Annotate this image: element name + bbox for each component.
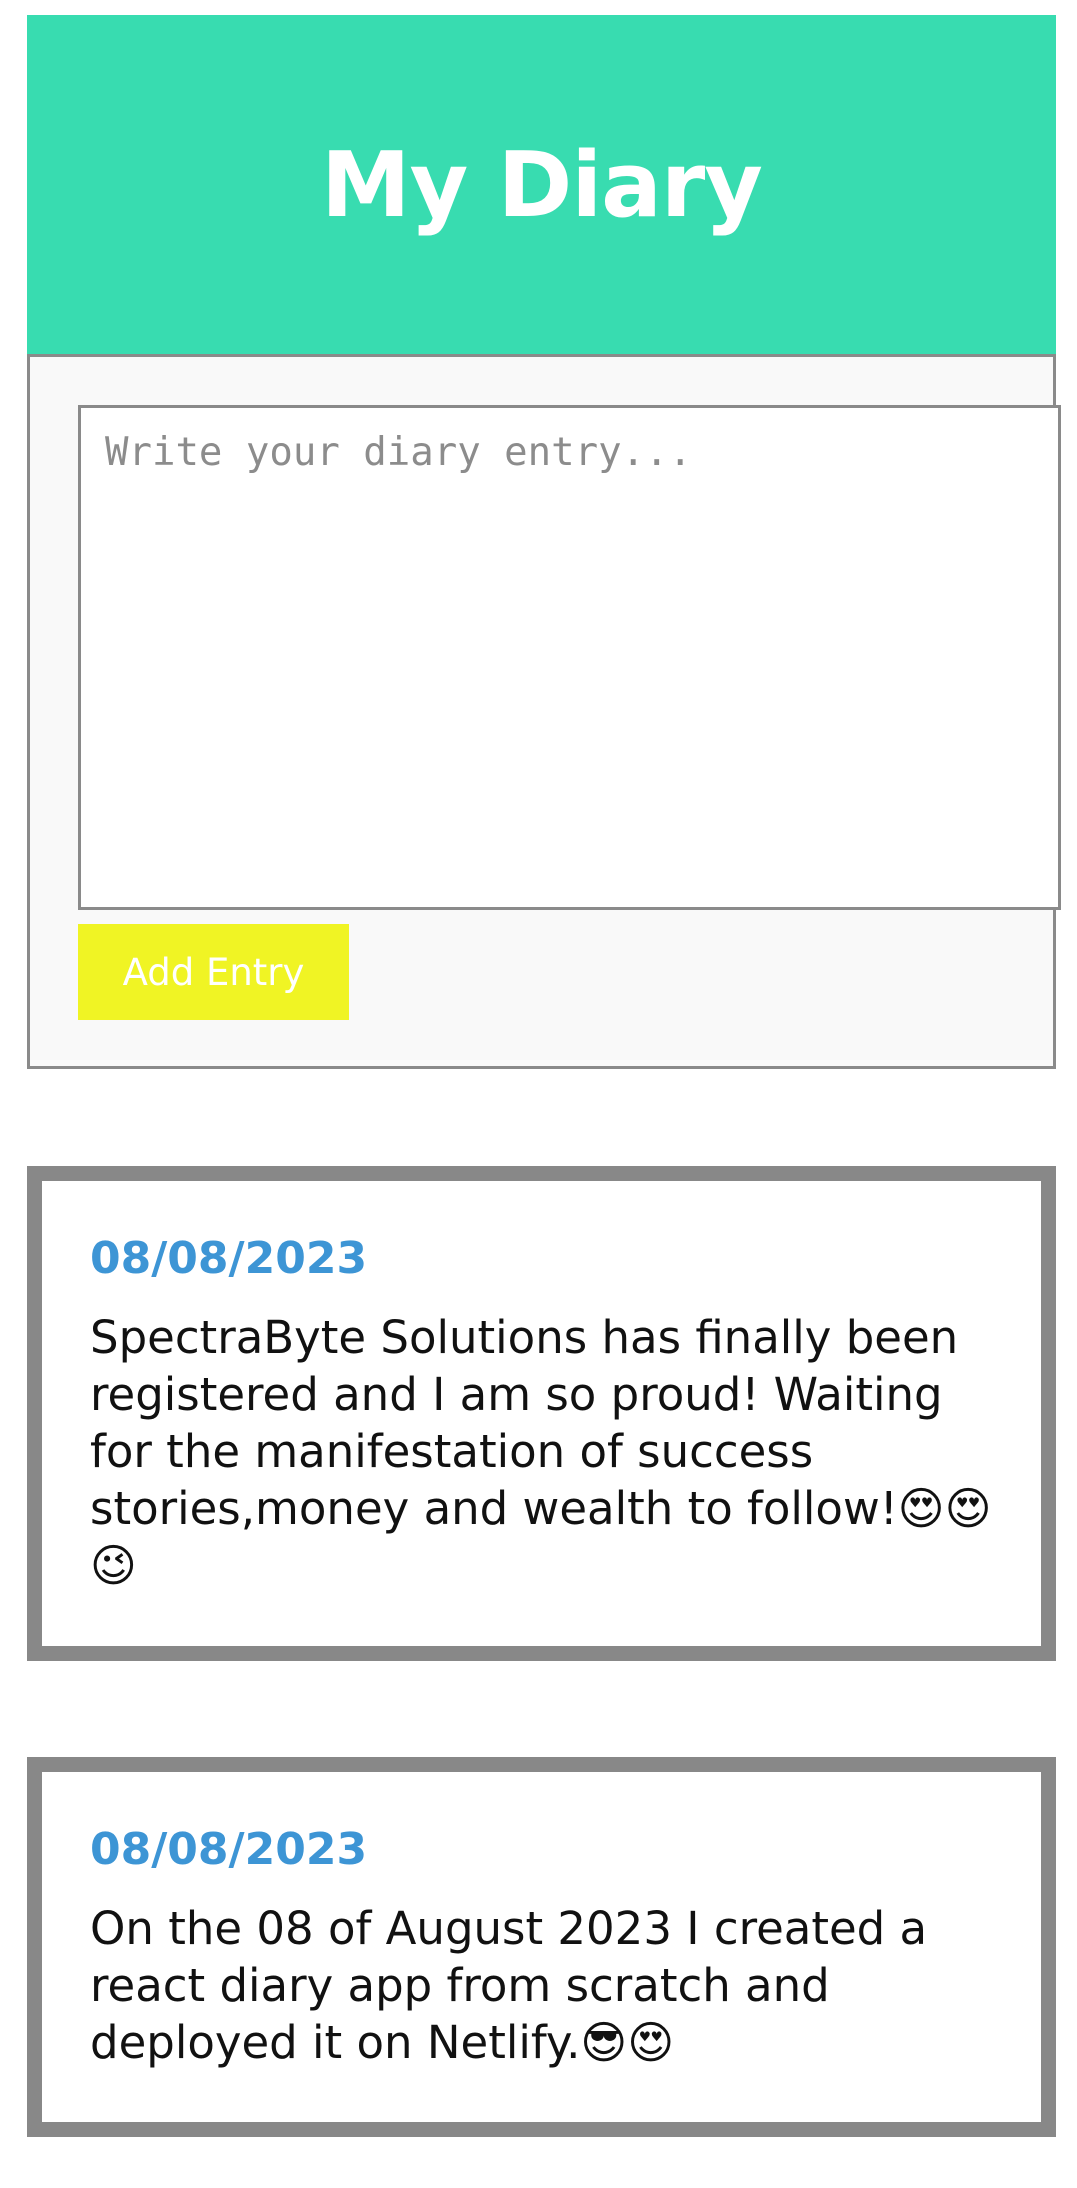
entry-text: On the 08 of August 2023 I created a rea…	[90, 1902, 928, 2069]
entry-text: SpectraByte Solutions has finally been r…	[90, 1311, 992, 1592]
entry-date: 08/08/2023	[90, 1824, 368, 1875]
page-title: My Diary	[321, 132, 763, 238]
app-header: My Diary	[27, 15, 1056, 355]
add-entry-button[interactable]: Add Entry	[78, 924, 349, 1020]
entry-date: 08/08/2023	[90, 1233, 368, 1284]
diary-entry-card: 08/08/2023 On the 08 of August 2023 I cr…	[27, 1757, 1056, 2137]
diary-entry-textarea[interactable]	[78, 405, 1061, 910]
diary-entry-card: 08/08/2023 SpectraByte Solutions has fin…	[27, 1166, 1056, 1661]
